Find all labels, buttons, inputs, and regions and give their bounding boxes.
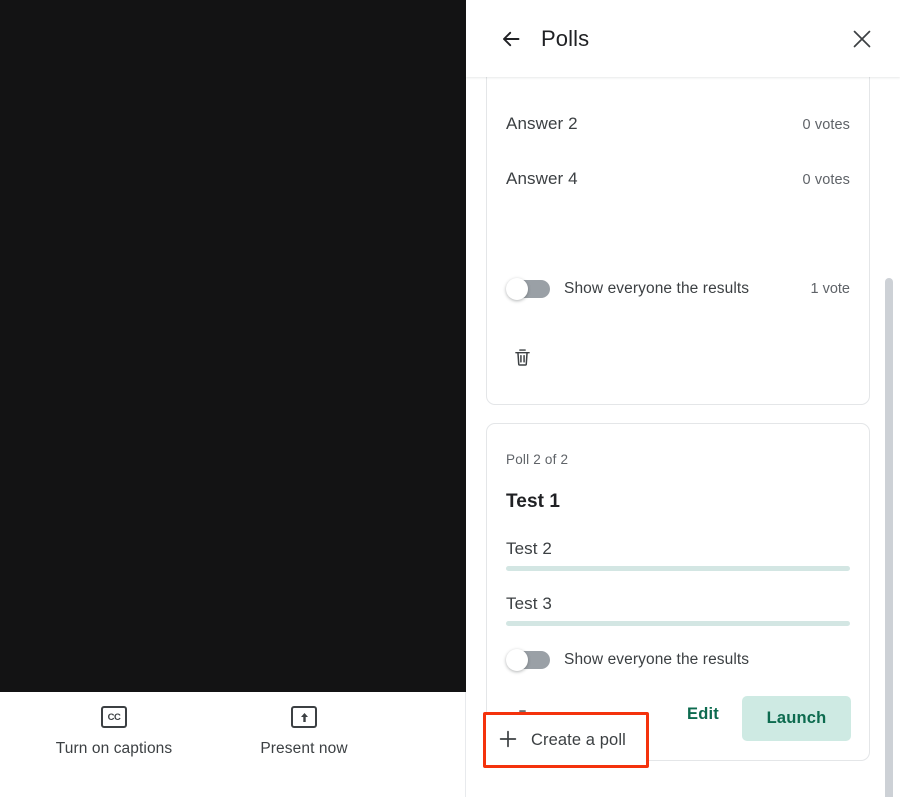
close-icon[interactable] bbox=[844, 21, 880, 57]
poll-option-votes: 0 votes bbox=[802, 172, 850, 188]
show-results-label: Show everyone the results bbox=[564, 280, 750, 297]
poll-option-label: Test 3 bbox=[506, 594, 552, 613]
edit-poll-button[interactable]: Edit bbox=[687, 705, 719, 724]
polls-list: Answer 2 0 votes Answer 4 0 votes Show e… bbox=[466, 77, 900, 797]
poll-card: Answer 2 0 votes Answer 4 0 votes Show e… bbox=[486, 77, 870, 405]
poll-card: Poll 2 of 2 Test 1 Test 2 Test 3 Show ev… bbox=[486, 423, 870, 761]
present-screen-icon bbox=[291, 706, 317, 728]
video-stage bbox=[0, 0, 466, 692]
create-poll-label: Create a poll bbox=[531, 730, 626, 749]
polls-panel: Polls Answer 2 0 votes Answer 4 0 votes … bbox=[466, 0, 900, 797]
polls-panel-header: Polls bbox=[466, 0, 900, 77]
poll-option-label: Test 2 bbox=[506, 539, 552, 558]
poll-option-label: Answer 2 bbox=[506, 114, 578, 133]
poll-counter: Poll 2 of 2 bbox=[506, 452, 569, 467]
show-results-label: Show everyone the results bbox=[564, 651, 750, 668]
polls-scrollbar-thumb[interactable] bbox=[885, 278, 893, 797]
show-results-row: Show everyone the results 1 vote bbox=[506, 278, 851, 300]
trash-icon[interactable] bbox=[504, 339, 540, 375]
poll-option-row: Answer 2 0 votes bbox=[506, 114, 850, 134]
show-results-row: Show everyone the results bbox=[506, 649, 850, 671]
poll-vote-total: 1 vote bbox=[810, 281, 851, 297]
polls-scrollbar[interactable] bbox=[885, 78, 897, 797]
plus-icon bbox=[498, 729, 518, 752]
polls-scroll-body: Answer 2 0 votes Answer 4 0 votes Show e… bbox=[466, 77, 900, 797]
create-poll-highlight: Create a poll bbox=[483, 712, 649, 768]
turn-on-captions-label: Turn on captions bbox=[55, 740, 173, 757]
polls-screen: CC Turn on captions Present now Polls An… bbox=[0, 0, 900, 797]
show-results-toggle[interactable] bbox=[506, 278, 550, 300]
turn-on-captions-button[interactable]: CC Turn on captions bbox=[28, 706, 200, 758]
present-now-button[interactable]: Present now bbox=[222, 706, 386, 758]
create-poll-button[interactable]: Create a poll bbox=[486, 715, 646, 765]
present-now-label: Present now bbox=[260, 740, 348, 757]
closed-captions-icon: CC bbox=[101, 706, 127, 728]
poll-option-progress bbox=[506, 566, 850, 571]
meeting-bottom-bar: CC Turn on captions Present now bbox=[0, 692, 466, 797]
poll-option-row: Answer 4 0 votes bbox=[506, 169, 850, 189]
arrow-left-icon[interactable] bbox=[494, 22, 528, 56]
launch-poll-button[interactable]: Launch bbox=[742, 696, 851, 741]
poll-option-progress bbox=[506, 621, 850, 626]
poll-option-label: Answer 4 bbox=[506, 169, 578, 188]
poll-option-votes: 0 votes bbox=[802, 117, 850, 133]
show-results-toggle[interactable] bbox=[506, 649, 550, 671]
page-title: Polls bbox=[541, 25, 590, 51]
poll-question: Test 1 bbox=[506, 491, 561, 512]
